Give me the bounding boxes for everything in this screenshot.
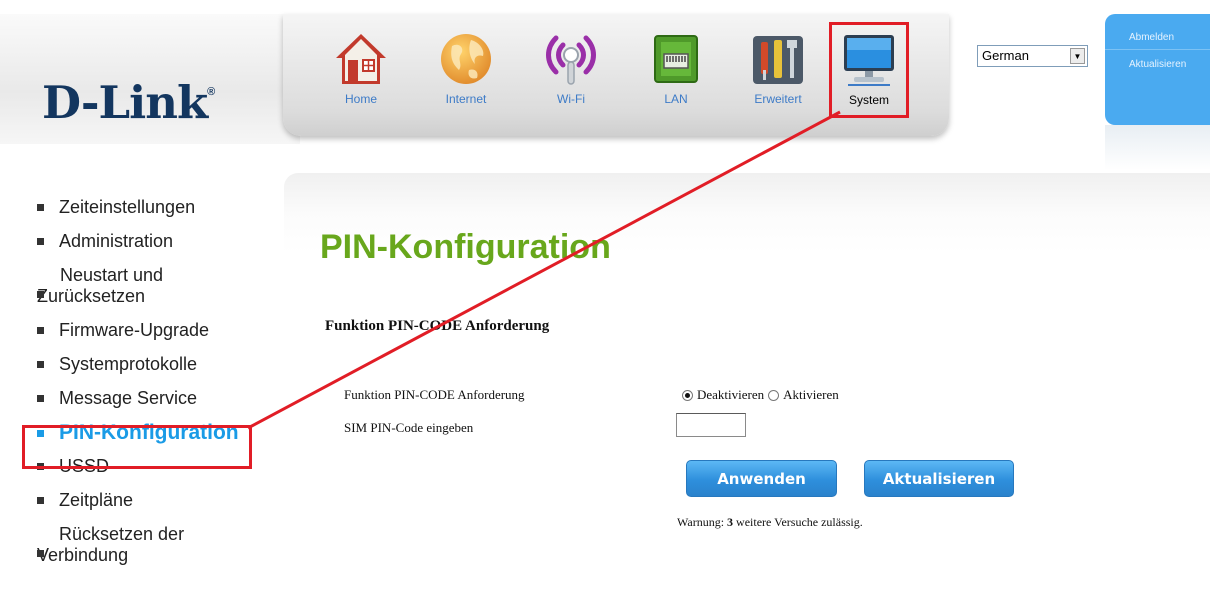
bullet-icon (37, 395, 44, 402)
bullet-icon (37, 497, 44, 504)
nav-lan[interactable]: LAN (636, 24, 716, 124)
logo-panel: D-Link® (0, 14, 300, 144)
sidebar-item-zeiteinstellungen[interactable]: Zeiteinstellungen (37, 197, 287, 218)
page-title: PIN-Konfiguration (320, 228, 611, 266)
dlink-logo: D-Link® (42, 76, 215, 129)
warning-text: Warnung: 3 weitere Versuche zulässig. (677, 515, 863, 529)
annotation-highlight-sidebar (22, 425, 252, 469)
logout-link[interactable]: Abmelden (1105, 14, 1210, 43)
radio-label-deaktivieren: Deaktivieren (697, 387, 765, 402)
sidebar-item-zeitplaene[interactable]: Zeitpläne (37, 490, 287, 511)
sidebar-item-firmware-upgrade[interactable]: Firmware-Upgrade (37, 320, 287, 341)
globe-icon (437, 30, 495, 88)
bullet-icon (37, 550, 44, 557)
top-nav-bar: Home Internet Wi-Fi LAN Erweitert System (283, 14, 949, 136)
nav-system[interactable]: System (829, 22, 909, 118)
wifi-icon (542, 30, 600, 88)
sim-pin-label: SIM PIN-Code eingeben (344, 420, 474, 435)
refresh-link[interactable]: Aktualisieren (1105, 49, 1210, 70)
bullet-icon (37, 327, 44, 334)
radio-deaktivieren[interactable] (682, 389, 693, 401)
chevron-down-icon[interactable]: ▼ (1070, 48, 1085, 64)
nav-label: Home (344, 92, 377, 106)
lan-port-icon (647, 30, 705, 88)
sidebar-item-ruecksetzen[interactable]: Rücksetzen der Verbindung (37, 524, 287, 566)
pin-request-label: Funktion PIN-CODE Anforderung (344, 387, 525, 402)
panel-shadow (1105, 125, 1210, 170)
language-select[interactable]: German ▼ (977, 45, 1088, 67)
nav-label: System (848, 93, 889, 107)
home-icon (332, 30, 390, 88)
nav-wifi[interactable]: Wi-Fi (531, 24, 611, 124)
account-panel: Abmelden Aktualisieren (1105, 14, 1210, 125)
sidebar-menu: Zeiteinstellungen Administration Neustar… (37, 197, 287, 579)
radio-aktivieren[interactable] (768, 389, 780, 401)
pin-request-radio-group: Deaktivieren Aktivieren (682, 387, 843, 403)
nav-label: Erweitert (754, 92, 802, 106)
bullet-icon (37, 238, 44, 245)
language-selected-value: German (982, 48, 1029, 63)
sidebar-item-neustart[interactable]: Neustart und Zurücksetzen (37, 265, 287, 307)
tools-icon (749, 30, 807, 88)
nav-label: LAN (664, 92, 688, 106)
radio-label-aktivieren: Aktivieren (783, 387, 839, 402)
sidebar-item-systemprotokolle[interactable]: Systemprotokolle (37, 354, 287, 375)
bullet-icon (37, 204, 44, 211)
apply-button[interactable]: Anwenden (686, 460, 837, 497)
bullet-icon (37, 361, 44, 368)
section-title: Funktion PIN-CODE Anforderung (325, 318, 550, 334)
nav-label: Internet (445, 92, 487, 106)
sim-pin-input[interactable] (676, 413, 746, 437)
refresh-button[interactable]: Aktualisieren (864, 460, 1014, 497)
nav-label: Wi-Fi (557, 92, 585, 106)
sidebar-item-message-service[interactable]: Message Service (37, 388, 287, 409)
router-admin-page: D-Link® Home Internet Wi-Fi LAN Erweiter… (0, 0, 1210, 605)
nav-internet[interactable]: Internet (426, 24, 506, 124)
bullet-icon (37, 291, 44, 298)
monitor-icon (840, 31, 898, 89)
nav-home[interactable]: Home (321, 24, 401, 124)
nav-erweitert[interactable]: Erweitert (738, 24, 818, 124)
remaining-attempts: 3 (727, 515, 734, 529)
sidebar-item-administration[interactable]: Administration (37, 231, 287, 252)
